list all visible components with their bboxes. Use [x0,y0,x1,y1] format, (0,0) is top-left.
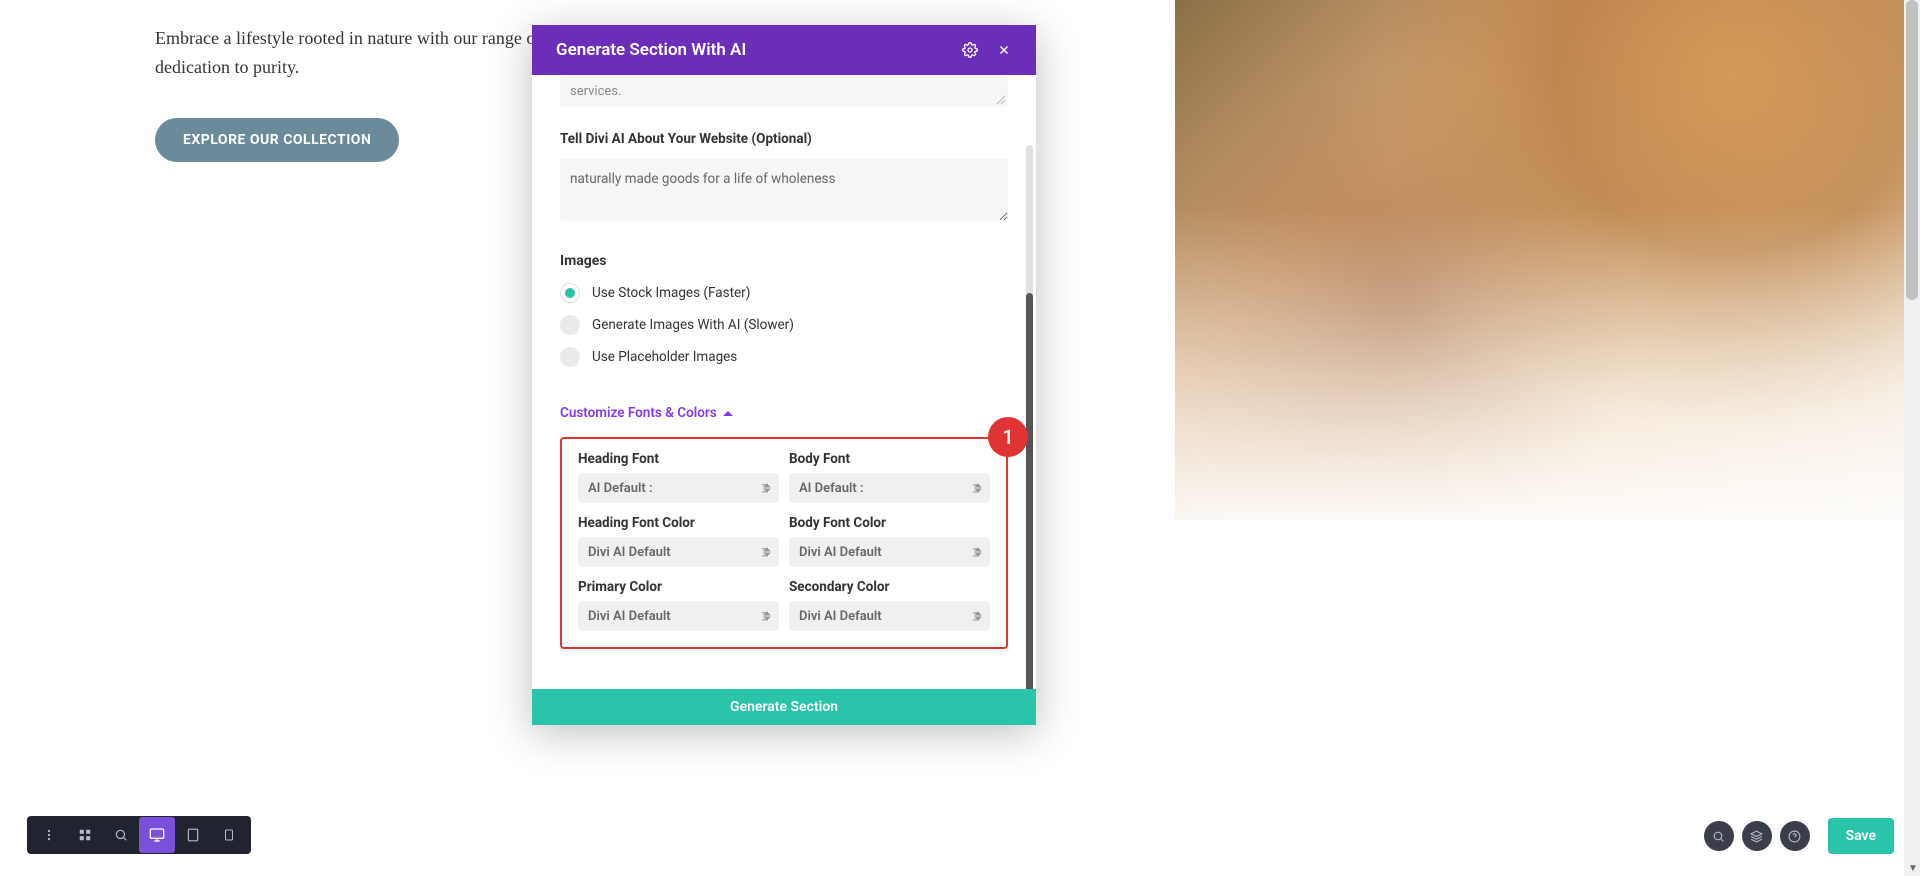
page-scroll-thumb[interactable] [1906,0,1918,300]
settings-button[interactable] [956,36,984,64]
scroll-down-icon[interactable]: ▼ [1908,863,1918,874]
help-button[interactable] [1780,821,1810,851]
grid-icon [78,828,92,842]
radio-placeholder-images[interactable]: Use Placeholder Images [560,347,1008,367]
builder-actions: Save [1704,818,1894,854]
prompt-textarea-partial[interactable]: services. [560,75,1008,107]
customize-fonts-colors-toggle[interactable]: Customize Fonts & Colors [560,405,733,421]
sort-icon [974,612,982,621]
zoom-button[interactable] [103,817,139,853]
secondary-color-select[interactable]: Divi AI Default [789,601,990,631]
select-value: Divi AI Default [588,545,671,560]
modal-body[interactable]: services. Tell Divi AI About Your Websit… [532,75,1036,689]
sort-icon [763,612,771,621]
modal-scrollbar[interactable] [1026,145,1033,689]
chevron-up-icon [723,411,733,416]
radio-stock-images[interactable]: Use Stock Images (Faster) [560,283,1008,303]
explore-collection-button[interactable]: EXPLORE OUR COLLECTION [155,118,399,162]
website-field-label: Tell Divi AI About Your Website (Optiona… [560,131,1008,147]
body-font-label: Body Font [789,451,990,467]
heading-font-color-label: Heading Font Color [578,515,779,531]
phone-view-button[interactable] [211,817,247,853]
more-options-button[interactable] [31,817,67,853]
website-description-textarea[interactable] [560,159,1008,221]
secondary-color-label: Secondary Color [789,579,990,595]
heading-font-label: Heading Font [578,451,779,467]
heading-font-color-select[interactable]: Divi AI Default [578,537,779,567]
modal-title: Generate Section With AI [556,40,950,60]
body-font-select[interactable]: AI Default : [789,473,990,503]
tablet-view-button[interactable] [175,817,211,853]
close-button[interactable] [990,36,1018,64]
body-font-color-label: Body Font Color [789,515,990,531]
desktop-view-button[interactable] [139,817,175,853]
primary-color-select[interactable]: Divi AI Default [578,601,779,631]
resize-handle-icon[interactable] [996,95,1006,105]
select-value: AI Default : [799,481,864,496]
radio-label: Use Placeholder Images [592,349,737,365]
select-value: AI Default : [588,481,653,496]
primary-color-label: Primary Color [578,579,779,595]
sort-icon [974,484,982,493]
radio-label: Use Stock Images (Faster) [592,285,750,301]
generate-section-modal: Generate Section With AI services. Tell … [532,25,1036,725]
radio-ai-images[interactable]: Generate Images With AI (Slower) [560,315,1008,335]
radio-unselected-icon [560,315,580,335]
phone-icon [223,828,235,842]
layers-button[interactable] [1742,821,1772,851]
modal-header: Generate Section With AI [532,25,1036,75]
sort-icon [974,548,982,557]
modal-scroll-thumb[interactable] [1026,293,1033,689]
hero-image [1175,0,1920,520]
layers-icon [1750,830,1763,843]
fonts-colors-panel: 1 Heading Font AI Default : Body Font AI… [560,437,1008,649]
select-value: Divi AI Default [799,545,882,560]
body-font-color-select[interactable]: Divi AI Default [789,537,990,567]
search-icon [114,828,128,842]
select-value: Divi AI Default [588,609,671,624]
radio-selected-icon [560,283,580,303]
builder-toolbar [27,816,251,854]
close-icon [997,43,1011,57]
customize-link-label: Customize Fonts & Colors [560,405,717,421]
search-button[interactable] [1704,821,1734,851]
select-value: Divi AI Default [799,609,882,624]
heading-font-select[interactable]: AI Default : [578,473,779,503]
images-section-label: Images [560,253,1008,269]
annotation-badge: 1 [988,417,1028,457]
sort-icon [763,548,771,557]
radio-unselected-icon [560,347,580,367]
sort-icon [763,484,771,493]
question-icon [1788,830,1801,843]
more-vertical-icon [42,828,56,842]
search-icon [1712,830,1725,843]
save-button[interactable]: Save [1828,818,1894,854]
radio-label: Generate Images With AI (Slower) [592,317,794,333]
prompt-text-fragment: services. [570,84,621,99]
gear-icon [962,42,978,58]
generate-section-button[interactable]: Generate Section [532,689,1036,725]
tablet-icon [186,828,200,842]
wireframe-view-button[interactable] [67,817,103,853]
desktop-icon [149,827,165,843]
page-scrollbar[interactable]: ▼ [1904,0,1920,876]
